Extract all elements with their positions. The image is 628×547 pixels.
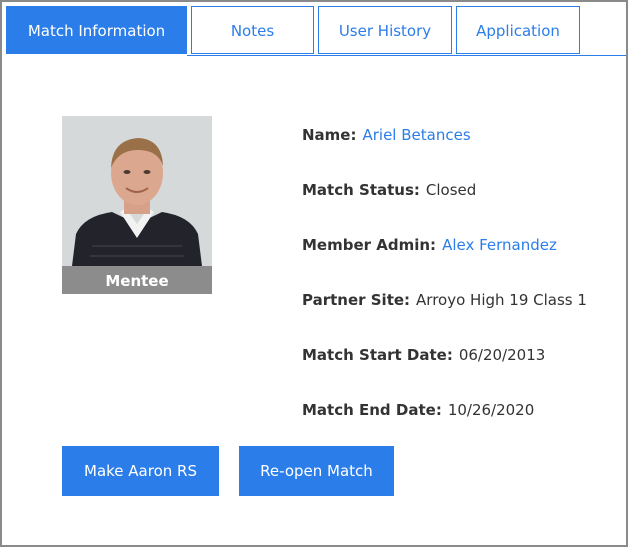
match-start-date-value: 06/20/2013: [458, 346, 546, 364]
member-admin-field: Member Admin: Alex Fernandez: [302, 236, 557, 254]
match-status-field: Match Status: Closed: [302, 181, 476, 199]
match-status-label: Match Status:: [302, 181, 420, 199]
name-link[interactable]: Ariel Betances: [362, 126, 470, 144]
match-end-date-label: Match End Date:: [302, 401, 442, 419]
mentee-photo: Mentee: [62, 116, 212, 294]
match-end-date-field: Match End Date: 10/26/2020: [302, 401, 534, 419]
tab-underline: [187, 55, 626, 56]
tab-match-information[interactable]: Match Information: [6, 6, 187, 54]
partner-site-value: Arroyo High 19 Class 1: [416, 291, 587, 309]
tab-user-history[interactable]: User History: [318, 6, 452, 54]
person-portrait-icon: [62, 116, 212, 266]
match-status-value: Closed: [425, 181, 477, 199]
match-panel: Match Information Notes User History App…: [0, 0, 628, 547]
member-admin-label: Member Admin:: [302, 236, 437, 254]
mentee-caption: Mentee: [62, 266, 212, 294]
match-end-date-value: 10/26/2020: [447, 401, 535, 419]
reopen-match-button[interactable]: Re-open Match: [239, 446, 394, 496]
tab-application[interactable]: Application: [456, 6, 580, 54]
make-aaron-rs-button[interactable]: Make Aaron RS: [62, 446, 219, 496]
match-start-date-label: Match Start Date:: [302, 346, 453, 364]
partner-site-field: Partner Site: Arroyo High 19 Class 1: [302, 291, 587, 309]
name-label: Name:: [302, 126, 357, 144]
tab-bar: Match Information Notes User History App…: [6, 6, 626, 56]
match-start-date-field: Match Start Date: 06/20/2013: [302, 346, 545, 364]
name-field: Name: Ariel Betances: [302, 126, 471, 144]
partner-site-label: Partner Site:: [302, 291, 411, 309]
tab-notes[interactable]: Notes: [191, 6, 314, 54]
member-admin-link[interactable]: Alex Fernandez: [442, 236, 557, 254]
